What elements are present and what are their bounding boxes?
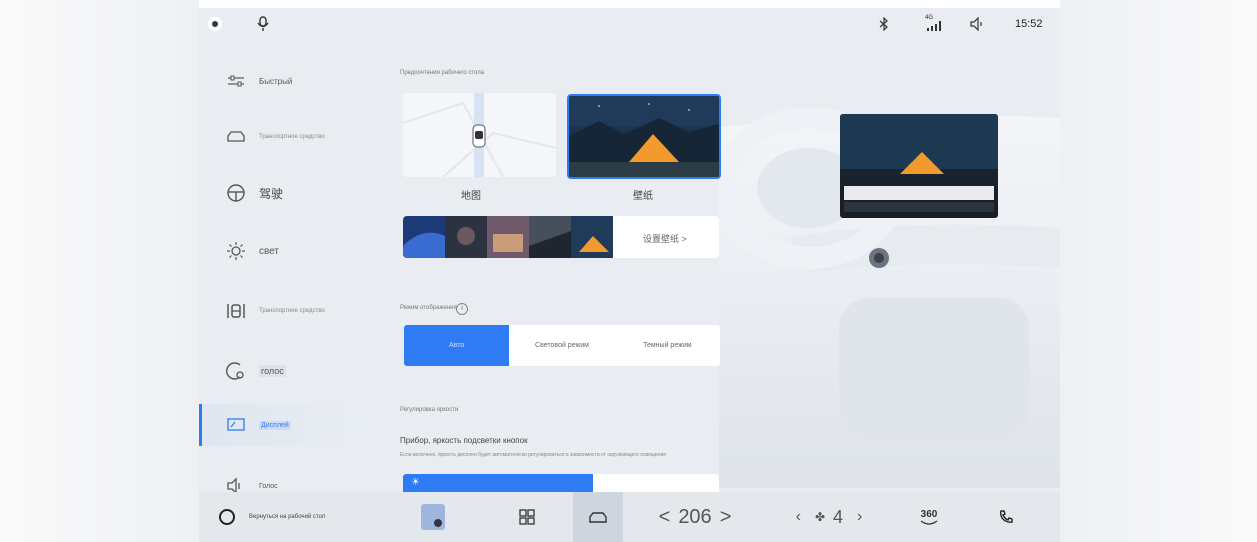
phone-button[interactable] xyxy=(994,492,1018,542)
wallpaper-thumbnail xyxy=(569,96,719,177)
sidebar-item-light[interactable]: свет xyxy=(199,226,389,276)
steering-wheel-icon xyxy=(227,184,245,202)
brightness-slider[interactable]: ☀ xyxy=(403,474,719,494)
bluetooth-icon[interactable] xyxy=(879,17,889,31)
status-dot-icon xyxy=(210,19,220,29)
fan-increase-button[interactable]: › xyxy=(857,508,862,526)
volume-icon[interactable] xyxy=(970,17,986,31)
sidebar-item-label: Голос xyxy=(259,482,278,490)
sidebar-item-quick[interactable]: Быстрый xyxy=(199,56,389,106)
map-thumbnail xyxy=(403,93,556,177)
sidebar-item-label: Транспортное средство xyxy=(259,134,325,140)
home-circle-icon xyxy=(219,509,235,525)
app-icon xyxy=(421,504,445,530)
grid-icon xyxy=(519,509,535,525)
sidebar-item-vehicle[interactable]: Транспортное средство xyxy=(199,112,389,162)
brightness-section-title: Регулировка яркости xyxy=(400,407,459,413)
car-icon xyxy=(227,131,245,142)
display-mode-light[interactable]: Световой режим xyxy=(509,325,614,366)
car-icon xyxy=(589,512,607,523)
camera-360-button[interactable]: 360 xyxy=(912,492,946,542)
brightness-slider-fill xyxy=(403,474,593,494)
home-label: Вернуться на рабочий стол xyxy=(249,514,326,520)
voice-icon xyxy=(226,362,244,380)
left-margin xyxy=(0,0,199,542)
desktop-section-title: Предпочтения рабочего стола xyxy=(400,70,485,76)
display-mode-auto[interactable]: Авто xyxy=(404,325,510,366)
display-mode-selector: Авто Световой режим Темный режим xyxy=(404,325,720,366)
brightness-label: Прибор, яркость подсветки кнопок xyxy=(400,436,528,445)
home-button[interactable]: Вернуться на рабочий стол xyxy=(219,492,379,542)
sidebar-item-voice[interactable]: голос xyxy=(199,346,389,396)
bottom-dock: Вернуться на рабочий стол < 206 > ‹ ✤ 4 … xyxy=(199,492,1060,542)
sidebar-item-label: свет xyxy=(259,245,280,257)
microphone-icon[interactable] xyxy=(257,16,269,32)
vehicle-settings-button[interactable] xyxy=(573,492,623,542)
sidebar-item-label: Транспортное средство xyxy=(259,308,325,314)
desktop-option-map-label: 地图 xyxy=(461,191,481,202)
info-icon[interactable]: i xyxy=(456,303,468,315)
sun-icon: ☀ xyxy=(411,477,420,488)
clock-time: 15:52 xyxy=(1015,18,1043,30)
infotainment-screen: 4G 15:52 Быстрый Транспортное средство 驾… xyxy=(199,8,1060,542)
sidebar-item-driving[interactable]: 驾驶 xyxy=(199,168,389,218)
temperature-value: 206 xyxy=(678,505,712,528)
sidebar-item-label: Быстрый xyxy=(259,76,293,86)
sidebar-item-display[interactable]: Дисплей xyxy=(199,404,389,446)
display-mode-dark[interactable]: Темный режим xyxy=(615,325,720,366)
seat-icon xyxy=(227,304,245,318)
display-icon xyxy=(227,418,245,431)
desktop-option-map[interactable] xyxy=(403,93,556,177)
temperature-control: < 206 > xyxy=(645,492,745,542)
fan-icon: ✤ xyxy=(814,510,826,524)
desktop-option-wallpaper[interactable] xyxy=(567,94,721,179)
status-bar: 4G 15:52 xyxy=(199,8,1060,40)
phone-icon xyxy=(999,510,1013,523)
sidebar-item-vehicle-seat[interactable]: Транспортное средство xyxy=(199,286,389,336)
temperature-decrease-button[interactable]: < xyxy=(659,506,671,529)
apps-grid-button[interactable] xyxy=(512,492,542,542)
camera-360-label: 360 xyxy=(920,508,938,520)
right-margin xyxy=(1060,0,1257,542)
wallpaper-gallery[interactable]: 设置壁纸 > xyxy=(403,216,719,258)
wallpaper-thumbnails xyxy=(403,216,613,258)
dashboard-display-preview xyxy=(840,114,998,218)
fan-decrease-button[interactable]: ‹ xyxy=(796,508,801,526)
desktop-option-wallpaper-label: 壁纸 xyxy=(633,191,653,202)
sidebar-item-label: голос xyxy=(259,365,286,377)
sidebar-item-label: 驾驶 xyxy=(259,186,284,201)
temperature-increase-button[interactable]: > xyxy=(720,506,732,529)
set-wallpaper-link[interactable]: 设置壁纸 > xyxy=(643,232,687,245)
sliders-icon xyxy=(228,75,244,87)
fan-level: 4 xyxy=(833,506,844,527)
light-icon xyxy=(227,242,245,260)
rotate-icon xyxy=(920,519,938,525)
sidebar-item-label: Дисплей xyxy=(259,420,291,430)
fan-control: ‹ ✤ 4 › xyxy=(784,492,874,542)
signal-icon: 4G xyxy=(925,15,945,32)
brightness-hint: Если включено, яркость дисплея будет авт… xyxy=(400,452,666,458)
app-button[interactable] xyxy=(419,492,447,542)
display-mode-title: Режим отображения xyxy=(400,305,457,311)
